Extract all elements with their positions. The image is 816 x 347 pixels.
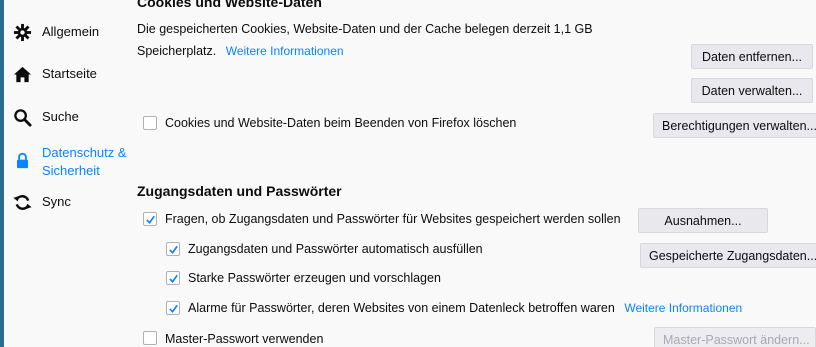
ask-save-logins-checkbox[interactable] <box>143 212 157 226</box>
sidebar-item-home[interactable]: Startseite <box>12 64 97 84</box>
sidebar-item-privacy[interactable]: Datenschutz & Sicherheit <box>12 144 127 180</box>
master-password-checkbox[interactable] <box>143 331 157 345</box>
manage-data-button[interactable]: Daten verwalten... <box>691 78 813 103</box>
checkmark-icon <box>145 215 155 224</box>
cookies-usage-text-line2: Speicherplatz. <box>137 44 217 58</box>
cookies-usage-text: Die gespeicherten Cookies, Website-Daten… <box>137 22 593 36</box>
manage-permissions-button[interactable]: Berechtigungen verwalten... <box>653 113 816 138</box>
search-icon <box>12 107 32 127</box>
generate-passwords-label: Starke Passwörter erzeugen und vorschlag… <box>188 271 441 285</box>
checkmark-icon <box>168 274 178 283</box>
logins-exceptions-button[interactable]: Ausnahmen... <box>638 208 768 233</box>
logins-section-title: Zugangsdaten und Passwörter <box>137 183 342 199</box>
breach-alerts-label: Alarme für Passwörter, deren Websites vo… <box>188 301 615 315</box>
sync-icon <box>12 192 32 212</box>
clear-data-button[interactable]: Daten entfernen... <box>691 44 813 69</box>
sidebar-item-label-line2: Sicherheit <box>42 163 100 178</box>
sidebar-item-label: Allgemein <box>42 24 100 39</box>
sidebar-item-sync[interactable]: Sync <box>12 192 71 212</box>
cookies-more-info-link[interactable]: Weitere Informationen <box>226 44 344 58</box>
home-icon <box>12 64 32 84</box>
generate-passwords-checkbox[interactable] <box>166 271 180 285</box>
checkmark-icon <box>168 245 178 254</box>
delete-on-close-label: Cookies und Website-Daten beim Beenden v… <box>165 116 517 130</box>
autofill-logins-label: Zugangsdaten und Passwörter automatisch … <box>188 242 483 256</box>
autofill-logins-checkbox[interactable] <box>166 242 180 256</box>
sidebar-item-label: Suche <box>42 109 79 124</box>
master-password-label: Master-Passwort verwenden <box>165 332 324 346</box>
lock-icon <box>12 150 32 170</box>
gear-icon <box>12 22 32 42</box>
sidebar-item-label: Sync <box>42 194 71 209</box>
sidebar-item-search[interactable]: Suche <box>12 107 79 127</box>
breach-alerts-checkbox[interactable] <box>166 301 180 315</box>
ask-save-logins-label: Fragen, ob Zugangsdaten und Passwörter f… <box>165 212 621 226</box>
sidebar-item-general[interactable]: Allgemein <box>12 22 99 42</box>
preferences-window: Allgemein Startseite Suche Datenschutz &… <box>4 0 816 347</box>
checkmark-icon <box>168 304 178 313</box>
change-master-password-button[interactable]: Master-Passwort ändern... <box>654 327 816 347</box>
breach-more-info-link[interactable]: Weitere Informationen <box>624 301 742 315</box>
saved-logins-button[interactable]: Gespeicherte Zugangsdaten... <box>640 243 816 268</box>
cookies-section-title: Cookies und Website-Daten <box>137 0 322 10</box>
sidebar-item-label: Datenschutz & <box>42 145 127 160</box>
delete-on-close-checkbox[interactable] <box>143 116 157 130</box>
sidebar-item-label: Startseite <box>42 66 97 81</box>
